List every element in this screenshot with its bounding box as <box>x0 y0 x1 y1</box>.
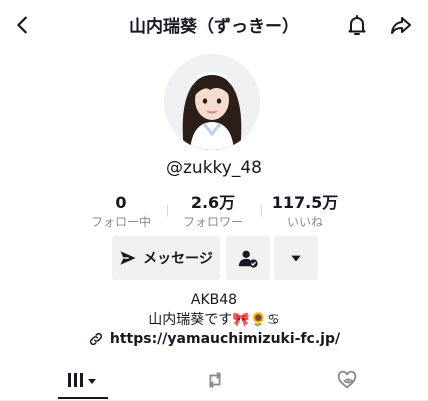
page-title: 山内瑞葵（ずっきー） <box>129 17 299 37</box>
likes-count: 117.5万 <box>271 193 339 212</box>
notification-button[interactable] <box>342 10 372 40</box>
likes-stat[interactable]: 117.5万 いいね <box>250 193 360 231</box>
website-url: https://yamauchimizuki-fc.jp/ <box>109 331 341 347</box>
tab-videos[interactable] <box>58 362 108 398</box>
share-button[interactable] <box>386 10 416 40</box>
liked-hidden-icon <box>337 370 357 389</box>
grid-icon <box>68 373 96 387</box>
website-link[interactable]: https://yamauchimizuki-fc.jp/ <box>0 331 428 347</box>
share-arrow-icon <box>391 17 411 34</box>
bio-line-1: AKB48 <box>190 292 238 308</box>
caret-down-icon <box>291 255 301 262</box>
content-tabs <box>0 362 428 401</box>
avatar[interactable] <box>164 54 260 150</box>
username: @zukky_48 <box>166 158 262 178</box>
top-bar: 山内瑞葵（ずっきー） <box>0 0 428 50</box>
tab-reposts[interactable] <box>190 362 240 398</box>
tab-liked[interactable] <box>322 362 372 398</box>
bell-icon <box>348 15 366 35</box>
send-icon <box>120 251 136 265</box>
stats-row: 0 フォロー中 2.6万 フォロワー 117.5万 いいね <box>0 193 428 233</box>
message-label: メッセージ <box>143 251 213 267</box>
action-buttons: メッセージ <box>0 236 428 280</box>
active-tab-indicator <box>58 397 108 399</box>
more-button[interactable] <box>274 236 318 280</box>
likes-label: いいね <box>286 215 323 229</box>
bio-line-2: 山内瑞葵です🎀🌻♋ <box>148 312 280 328</box>
link-icon <box>88 331 104 347</box>
profile-photo <box>164 54 260 150</box>
user-check-icon <box>238 250 258 268</box>
message-button[interactable]: メッセージ <box>112 236 220 280</box>
chevron-left-icon <box>17 16 27 34</box>
back-button[interactable] <box>8 10 38 40</box>
following-status-button[interactable] <box>226 236 270 280</box>
repost-icon <box>209 372 221 388</box>
